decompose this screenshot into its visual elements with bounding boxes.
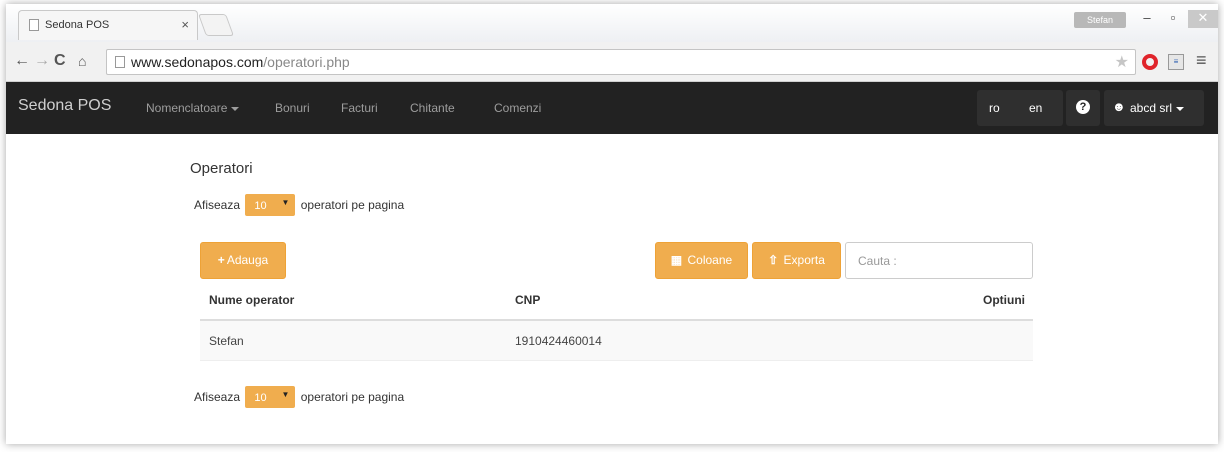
column-header-cnp[interactable]: CNP [515, 293, 540, 307]
address-bar[interactable]: www.sedonapos.com/operatori.php ★ [106, 49, 1136, 75]
caret-down-icon: ▼ [281, 198, 290, 207]
table-row[interactable]: Stefan 1910424460014 [200, 321, 1033, 361]
add-button[interactable]: + Adauga [200, 242, 286, 279]
export-button[interactable]: ⇧ Exporta [752, 242, 841, 279]
browser-tab[interactable]: Sedona POS × [18, 10, 198, 40]
back-icon[interactable]: ← [14, 52, 30, 70]
export-icon: ⇧ [768, 253, 779, 267]
export-label: Exporta [783, 253, 825, 267]
user-icon: ☻ [1112, 99, 1126, 114]
operators-table: Nume operator CNP Optiuni Stefan 1910424… [200, 284, 1033, 361]
app-navbar: Sedona POS Nomenclatoare Bonuri Facturi … [6, 82, 1218, 134]
column-header-name[interactable]: Nume operator [209, 293, 294, 307]
tab-close-icon[interactable]: × [181, 17, 189, 32]
chevron-down-icon [1176, 106, 1185, 111]
lang-ro-link[interactable]: ro [989, 101, 1000, 115]
page-title: Operatori [190, 160, 253, 177]
new-tab-button[interactable] [197, 14, 235, 36]
forward-icon[interactable]: → [34, 52, 50, 70]
search-input[interactable] [845, 242, 1033, 279]
add-label: Adauga [226, 253, 269, 267]
page-icon [115, 56, 125, 68]
nav-label: Nomenclatoare [146, 101, 228, 115]
nav-chitante[interactable]: Chitante [410, 101, 455, 115]
tab-title: Sedona POS [45, 19, 110, 31]
plus-icon: + [217, 253, 225, 267]
perpage-control-top: Afiseaza 10 ▼ operatori pe pagina [194, 194, 404, 216]
nav-comenzi[interactable]: Comenzi [494, 101, 541, 115]
brand-link[interactable]: Sedona POS [18, 97, 111, 115]
tab-strip: Sedona POS × Stefan – ▫ ✕ [6, 4, 1218, 42]
browser-menu-icon[interactable]: ≡ [1196, 50, 1207, 71]
extension-icon[interactable]: ≡ [1168, 54, 1184, 70]
perpage-suffix: operatori pe pagina [300, 390, 405, 404]
reload-icon[interactable]: C [54, 52, 66, 70]
address-row: ← → C ⌂ www.sedonapos.com/operatori.php … [6, 42, 1218, 82]
user-label: abcd srl [1130, 101, 1185, 115]
perpage-suffix: operatori pe pagina [300, 198, 405, 212]
language-switcher: ro en [977, 90, 1063, 126]
page-icon [29, 19, 39, 31]
chevron-down-icon [231, 106, 240, 111]
maximize-icon[interactable]: ▫ [1160, 10, 1186, 28]
help-button[interactable]: ? [1066, 90, 1100, 126]
question-icon: ? [1076, 100, 1090, 114]
close-window-icon[interactable]: ✕ [1188, 10, 1218, 28]
opera-extension-icon[interactable] [1142, 54, 1158, 70]
lang-en-link[interactable]: en [1029, 101, 1042, 115]
columns-button[interactable]: ▦ Coloane [655, 242, 748, 279]
nav-bonuri[interactable]: Bonuri [275, 101, 310, 115]
perpage-select[interactable]: 10 ▼ [245, 386, 296, 408]
table-header: Nume operator CNP Optiuni [200, 284, 1033, 321]
cell-name: Stefan [209, 334, 244, 348]
perpage-value: 10 [254, 392, 267, 404]
window-user-badge[interactable]: Stefan [1074, 12, 1126, 28]
perpage-value: 10 [254, 200, 267, 212]
perpage-control-bottom: Afiseaza 10 ▼ operatori pe pagina [194, 386, 404, 408]
caret-down-icon: ▼ [281, 390, 290, 399]
cell-cnp: 1910424460014 [515, 334, 602, 348]
perpage-prefix: Afiseaza [194, 198, 241, 212]
perpage-select[interactable]: 10 ▼ [245, 194, 296, 216]
url-text: www.sedonapos.com/operatori.php [131, 54, 350, 70]
user-menu[interactable]: ☻ abcd srl [1104, 90, 1204, 126]
column-header-options: Optiuni [983, 293, 1025, 307]
nav-nomenclatoare[interactable]: Nomenclatoare [146, 101, 240, 115]
home-icon[interactable]: ⌂ [78, 53, 86, 69]
grid-icon: ▦ [670, 253, 683, 267]
nav-facturi[interactable]: Facturi [341, 101, 378, 115]
minimize-icon[interactable]: – [1134, 10, 1160, 28]
browser-window: Sedona POS × Stefan – ▫ ✕ ← → C ⌂ www.se… [6, 4, 1218, 444]
perpage-prefix: Afiseaza [194, 390, 241, 404]
bookmark-star-icon[interactable]: ★ [1115, 52, 1129, 72]
columns-label: Coloane [687, 253, 733, 267]
